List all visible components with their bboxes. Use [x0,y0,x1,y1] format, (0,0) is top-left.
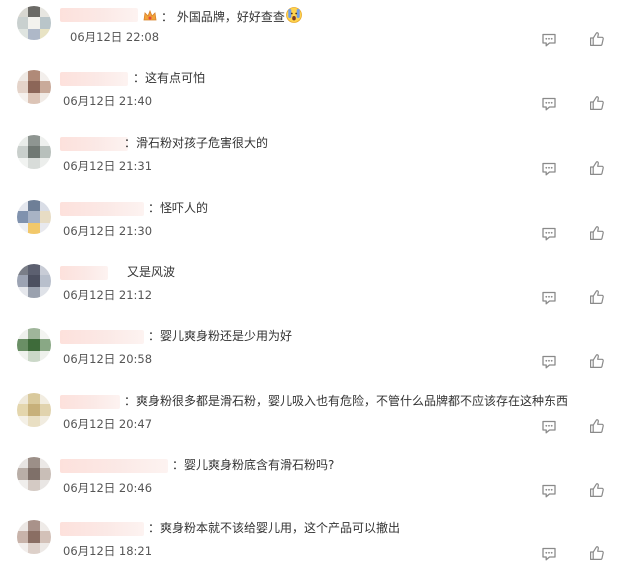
thumbs-up-icon[interactable] [589,289,605,305]
comment-bubble-icon[interactable] [541,226,557,242]
avatar[interactable] [17,393,51,427]
comment-text: ：爽身粉很多都是滑石粉，婴儿吸入也有危险，不管什么品牌都不应该存在这种东西 [124,394,569,408]
comment-time: 06月12日 20:47 [63,417,153,431]
comment-bubble-icon[interactable] [541,546,557,562]
comment-time: 06月12日 22:08 [70,30,160,44]
comment-time: 06月12日 20:58 [63,352,153,366]
comment-time: 06月12日 21:30 [63,224,153,238]
thumbs-up-icon[interactable] [589,160,605,176]
username[interactable] [60,202,144,216]
thumbs-up-icon[interactable] [589,31,605,47]
comment-time: 06月12日 21:31 [63,159,153,173]
comment-time: 06月12日 20:46 [63,481,153,495]
username[interactable] [60,459,168,473]
avatar[interactable] [17,6,51,40]
comment-text: ：婴儿爽身粉还是少用为好 [148,329,293,343]
thumbs-up-icon[interactable] [589,95,605,111]
comment-bubble-icon[interactable] [541,96,557,112]
avatar[interactable] [17,135,51,169]
comment-item: ：爽身粉很多都是滑石粉，婴儿吸入也有危险，不管什么品牌都不应该存在这种东西 06… [0,387,619,451]
crown-emoji-icon [142,8,158,24]
thumbs-up-icon[interactable] [589,545,605,561]
comment-time: 06月12日 21:40 [63,94,153,108]
comment-text: ：这有点可怕 [133,71,206,85]
comment-text-content: ： 外国品牌，好好查查 [161,10,285,24]
comment-time: 06月12日 21:12 [63,288,153,302]
avatar[interactable] [17,328,51,362]
username[interactable] [60,72,128,86]
comment-item: ：爽身粉本就不该给婴儿用，这个产品可以撤出 06月12日 18:21 [0,514,619,578]
avatar[interactable] [17,264,51,298]
comment-text: 又是风波 [127,265,176,279]
comment-item: ： 外国品牌，好好查查 06月12日 22:08 [0,0,619,64]
comment-bubble-icon[interactable] [541,161,557,177]
username[interactable] [60,395,120,409]
username[interactable] [60,330,144,344]
username[interactable] [60,266,108,280]
thumbs-up-icon[interactable] [589,225,605,241]
comment-bubble-icon[interactable] [541,32,557,48]
avatar[interactable] [17,70,51,104]
comment-item: ：婴儿爽身粉还是少用为好 06月12日 20:58 [0,322,619,386]
comment-bubble-icon[interactable] [541,419,557,435]
comment-text: ： 外国品牌，好好查查 [161,6,303,25]
avatar[interactable] [17,200,51,234]
username[interactable] [60,8,138,22]
comment-bubble-icon[interactable] [541,290,557,306]
avatar[interactable] [17,520,51,554]
comment-bubble-icon[interactable] [541,483,557,499]
comment-time: 06月12日 18:21 [63,544,153,558]
thumbs-up-icon[interactable] [589,418,605,434]
username[interactable] [60,137,128,151]
comment-item: 又是风波 06月12日 21:12 [0,258,619,322]
comment-item: ：婴儿爽身粉底含有滑石粉吗? 06月12日 20:46 [0,451,619,515]
comment-bubble-icon[interactable] [541,354,557,370]
comment-text: ：滑石粉对孩子危害很大的 [124,136,269,150]
comment-text: ：爽身粉本就不该给婴儿用，这个产品可以撤出 [148,521,401,535]
avatar[interactable] [17,457,51,491]
comment-item: ：这有点可怕 06月12日 21:40 [0,64,619,128]
comment-item: ：怪吓人的 06月12日 21:30 [0,194,619,258]
comment-text: ：婴儿爽身粉底含有滑石粉吗? [172,458,335,472]
thumbs-up-icon[interactable] [589,353,605,369]
shocked-face-emoji-icon [285,6,303,24]
comment-text: ：怪吓人的 [148,201,209,215]
thumbs-up-icon[interactable] [589,482,605,498]
comment-item: ：滑石粉对孩子危害很大的 06月12日 21:31 [0,129,619,193]
username[interactable] [60,522,144,536]
